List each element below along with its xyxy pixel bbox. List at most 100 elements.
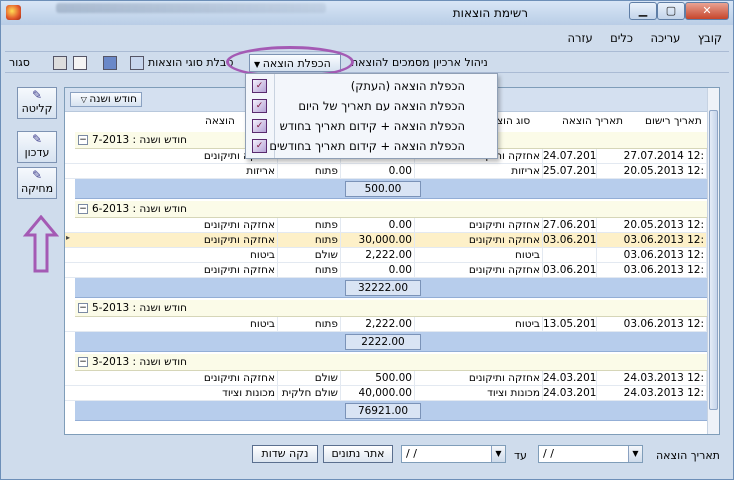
cell-status: שולם [278,248,341,263]
cell-exp: 24.03.2013 [543,386,597,401]
group-total-value: 32222.00 [345,280,421,296]
cell-type: אחזקה ותיקונים [415,233,543,248]
cell-type: מכונות וציוד [415,386,543,401]
duplicate-dropdown-menu: ✓ הכפלת הוצאה (העתק) ✓ הכפלת הוצאה עם תארי… [245,73,498,159]
close-toolbar-button[interactable]: סגור [9,54,30,72]
close-button[interactable]: ✕ [685,2,729,20]
to-label: עד [514,449,527,462]
table-row[interactable]: 03.06.2013 12:13.05.2013ביטוח2,222.00פתו… [65,317,707,332]
collapse-icon[interactable]: − [78,135,88,145]
archive-docs-button[interactable]: ניהול ארכיון מסמכים להוצאה [351,54,488,72]
cell-exp: 13.05.2013 [543,317,597,332]
cell-reg: 24.03.2013 12: [597,386,707,401]
group-label: חודש ושנה : 3-2013 [92,356,188,368]
menu-tools[interactable]: כלים [603,29,640,47]
cell-reg: 20.05.2013 12: [597,164,707,179]
sidebar-update-button[interactable]: ✎ עדכון [17,131,57,163]
vertical-scrollbar[interactable] [707,88,719,434]
main-window: רשימת הוצאות ▁ ▢ ✕ קובץ עריכה כלים עזרה … [0,0,734,480]
col-header-desc[interactable]: הוצאה [205,115,235,129]
cell-status: שולם [278,371,341,386]
group-total-value: 2222.00 [345,334,421,350]
date-to-field[interactable]: / / ▼ [401,445,506,463]
table-row[interactable]: 03.06.2013 12: ביטוח 2,222.00 שולם ביטוח [65,248,707,263]
cell-desc: אחזקה ותיקונים [75,263,278,278]
search-data-button[interactable]: אתר נתונים [323,445,393,463]
table-row[interactable]: 20.05.2013 12:27.06.2013אחזקה ותיקונים0.… [65,218,707,233]
group-header[interactable]: − חודש ושנה : 5-2013 [75,300,707,317]
col-header-reg-date[interactable]: תאריך רישום [645,115,702,129]
duplicate-icon: ✓ [252,99,267,113]
sidebar-add-button[interactable]: ✎ קליטה [17,87,57,119]
cell-type: אחזקה ותיקונים [415,218,543,233]
delete-icon: ✎ [31,168,43,182]
table-row[interactable]: 24.03.2013 12:24.03.2013אחזקה ותיקונים50… [65,371,707,386]
duplicate-icon: ✓ [252,119,267,133]
cell-desc: אחזקה ותיקונים [75,218,278,233]
cell-exp [543,248,597,263]
print-icon[interactable] [53,54,67,72]
sidebar-delete-button[interactable]: ✎ מחיקה [17,167,57,199]
table-row[interactable]: 20.05.2013 12:25.07.2013אריזות0.00פתוחאר… [65,164,707,179]
group-total-row: 32222.00 [75,278,707,298]
date-from-field[interactable]: / / ▼ [538,445,643,463]
print-preview-icon[interactable] [73,54,87,72]
cell-reg: 03.06.2013 12: [597,317,707,332]
cell-amount: 2,222.00 [341,317,415,332]
cell-status: פתוח [278,233,341,248]
cell-exp: 03.06.2013 [543,263,597,278]
cell-exp: 03.06.2013 [543,233,597,248]
maximize-button[interactable]: ▢ [657,2,685,20]
table-row[interactable]: ▸03.06.2013 12:03.06.2013אחזקה ותיקונים3… [65,233,707,248]
title-bar: רשימת הוצאות ▁ ▢ ✕ [1,1,733,25]
filter-date-label: תאריך הוצאה [656,449,720,462]
group-chip-month-year[interactable]: ▽ חודש ושנה [70,92,142,107]
cell-status: פתוח [278,317,341,332]
collapse-icon[interactable]: − [78,204,88,214]
group-total-row: 2222.00 [75,332,707,352]
cell-type: אחזקה ותיקונים [415,263,543,278]
cell-exp: 25.07.2013 [543,164,597,179]
group-total-value: 76921.00 [345,403,421,419]
group-label: חודש ושנה : 7-2013 [92,134,188,146]
filter-bar: תאריך הוצאה / / ▼ עד / / ▼ אתר נתונים נקה … [1,439,733,479]
dd-duplicate-plus-months[interactable]: ✓ הכפלת הוצאה + קידום תאריך בחודשים [248,136,495,156]
cell-type: ביטוח [415,317,543,332]
dd-duplicate-copy[interactable]: ✓ הכפלת הוצאה (העתק) [248,76,495,96]
cell-desc: ביטוח [75,317,278,332]
table-row[interactable]: 03.06.2013 12:03.06.2013אחזקה ותיקונים0.… [65,263,707,278]
cell-reg: 03.06.2013 12: [597,248,707,263]
col-header-exp-date[interactable]: תאריך הוצאה [562,115,623,129]
group-total-row: 500.00 [75,179,707,199]
cell-amount: 0.00 [341,263,415,278]
add-icon: ✎ [31,88,43,102]
app-icon [6,5,21,20]
group-header[interactable]: − חודש ושנה : 3-2013 [75,354,707,371]
cell-exp: 24.07.2013 [543,149,597,164]
excel-icon[interactable] [103,54,117,72]
duplicate-icon: ✓ [252,79,267,93]
cell-desc: ביטוח [75,248,278,263]
expense-types-button[interactable]: טבלת סוגי הוצאות [148,54,233,72]
menu-file[interactable]: קובץ [691,29,729,47]
menu-help[interactable]: עזרה [560,29,599,47]
menu-edit[interactable]: עריכה [643,29,687,47]
scroll-thumb[interactable] [709,110,718,410]
cell-reg: 03.06.2013 12: [597,263,707,278]
annotation-arrow-icon [23,215,59,273]
cell-amount: 30,000.00 [341,233,415,248]
group-header[interactable]: − חודש ושנה : 6-2013 [75,201,707,218]
clear-fields-button[interactable]: נקה שדות [252,445,318,463]
dropdown-arrow-icon[interactable]: ▼ [491,446,505,462]
dd-duplicate-today[interactable]: ✓ הכפלת הוצאה עם תאריך של היום [248,96,495,116]
blurred-title-area [56,3,326,13]
expense-types-table-icon[interactable] [130,54,144,72]
dropdown-arrow-icon[interactable]: ▼ [628,446,642,462]
collapse-icon[interactable]: − [78,303,88,313]
dd-duplicate-plus-month[interactable]: ✓ הכפלת הוצאה + קידום תאריך בחודש [248,116,495,136]
cell-type: אריזות [415,164,543,179]
minimize-button[interactable]: ▁ [629,2,657,20]
group-total-value: 500.00 [345,181,421,197]
collapse-icon[interactable]: − [78,357,88,367]
table-row[interactable]: 24.03.2013 12:24.03.2013מכונות וציוד40,0… [65,386,707,401]
